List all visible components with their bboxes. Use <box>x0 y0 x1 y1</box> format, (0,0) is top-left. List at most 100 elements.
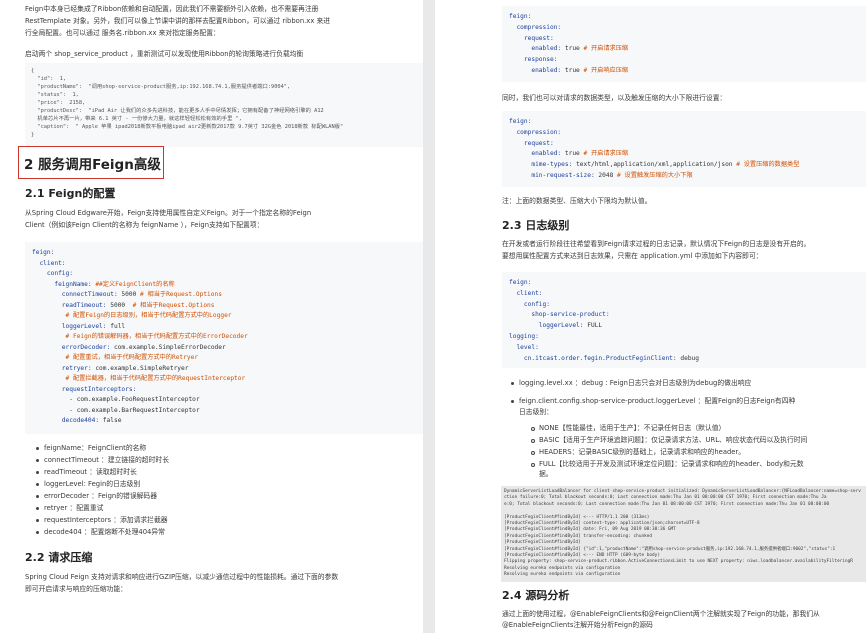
code-value: com.example.SimpleRetryer <box>91 364 189 372</box>
code-line: readTimeout: 5000 # 相当于Request.Options <box>32 301 215 311</box>
code-line: connectTimeout: 5000 # 相当于Request.Option… <box>32 290 222 300</box>
level-full: FULL【比较适用于开发及测试环境定位问题】：记录请求和响应的header、bo… <box>531 460 804 468</box>
code-key: compression: <box>509 23 562 31</box>
code-value: text/html,application/xml,application/js… <box>572 161 733 169</box>
heading-2-2: 2.2 请求压缩 <box>25 551 93 564</box>
json-line: "productDesc": "iPad Air 让我们的众多先进科技，能在更多… <box>31 108 324 114</box>
code-comment: # 开启响应压缩 <box>579 67 629 74</box>
intro-line-1: Feign中本身已经集成了Ribbon依赖和自动配置，因此我们不需要额外引入依赖… <box>25 5 319 13</box>
level-none: NONE【性能最佳，适用于生产】：不记录任何日志（默认值） <box>530 424 726 432</box>
config-bullet-item: decode404 ：配置熔断不处理404异常 <box>36 528 165 536</box>
code-comment: # 开启请求压缩 <box>579 150 629 158</box>
code-key: feign: <box>32 249 55 256</box>
compress-line-2: 即可开启请求与响应的压缩功能： <box>25 585 127 593</box>
code-line: enabled: true # 开启响应压缩 <box>509 66 628 76</box>
console-line: e:0; Total blackout seconds:0; Last conn… <box>504 501 830 507</box>
code-key: readTimeout: <box>32 301 107 309</box>
code-key: - <box>32 406 77 414</box>
code-line: compression: <box>509 128 561 138</box>
code-comment: # 配置拦截器，相当于代码配置方式中的RequestInterceptor <box>61 375 246 382</box>
code-key: retryer: <box>32 364 92 372</box>
code-value: false <box>99 417 122 424</box>
code-key: loggerLevel: <box>509 322 584 330</box>
code-key: decode404: <box>32 417 100 424</box>
code-key: logging: <box>509 333 539 340</box>
code-key: config: <box>32 270 73 277</box>
code-line: feign: <box>32 248 54 258</box>
json-line: { <box>31 68 35 74</box>
code-value: 5000 <box>117 291 137 298</box>
code-key: level: <box>509 343 539 351</box>
json-line: "productName": "调用shop-service-product服务… <box>31 84 291 90</box>
code-comment: # 相当于Request.Options <box>136 291 222 298</box>
compress-line-1: Spring Cloud Feign 支持对请求和响应进行GZIP压缩，以减少通… <box>25 573 339 581</box>
code-block-feign-config: feign: client: config: feignName: ##定义Fe… <box>25 242 423 434</box>
heading-2-1: 2.1 Feign的配置 <box>25 187 116 200</box>
code-key: loggerLevel: <box>32 322 107 330</box>
code-key: errorDecoder: <box>32 343 111 351</box>
code-key: requestInterceptors: <box>32 385 137 393</box>
code-line: decode404: false <box>32 416 122 426</box>
code-key <box>32 312 62 319</box>
code-line: compression: <box>509 23 561 33</box>
code-comment: # 相当于Request.Options <box>128 301 215 309</box>
code-comment: # 配置Feign的日志级别，相当于代码配置方式中的Logger <box>61 312 232 319</box>
code-value: true <box>561 67 580 74</box>
config-bullet-item: retryer ：配置重试 <box>35 504 104 512</box>
json-line: "status": 1, <box>31 92 79 98</box>
code-key <box>32 333 62 340</box>
logging-bullet-1: logging.level.xx ：debug : Feign日志只会对日志级别… <box>510 379 752 387</box>
code-key: feignName: <box>32 280 92 288</box>
log-line-1: 在开发或者运行阶段往往希望看到Feign请求过程的日志记录，默认情况下Feign… <box>502 240 811 248</box>
code-line: cn.itcast.order.fegin.ProductFeginClient… <box>509 354 699 364</box>
code-line: feignName: ##定义FeignClient的名称 <box>32 280 174 290</box>
json-line: "id": 1, <box>31 76 67 82</box>
level-basic: BASIC【适用于生产环境追踪问题】：仅记录请求方法、URL、响应状态代码以及执… <box>530 436 808 444</box>
code-line: enabled: true # 开启请求压缩 <box>509 149 628 159</box>
config-line-1: 从Spring Cloud Edgware开始，Feign支持使用属性自定义Fe… <box>25 209 312 217</box>
code-key: shop-service-product: <box>509 311 610 319</box>
code-block-compression-mime: feign: compression: request: enabled: tr… <box>502 111 866 187</box>
code-key: client: <box>509 289 543 297</box>
code-comment: # 开启请求压缩 <box>579 45 629 53</box>
code-line: feign: <box>509 278 531 288</box>
code-key: client: <box>32 259 66 267</box>
code-line: logging: <box>509 332 539 342</box>
level-headers: HEADERS：记录BASIC级别的基础上，记录请求和响应的header。 <box>530 448 746 456</box>
json-line: 机单芯片不再一片，带来 6.1 英寸 - 一份惨大力量，就这样轻轻松松有效的手里… <box>31 116 242 122</box>
code-line: errorDecoder: com.example.SimpleErrorDec… <box>32 343 226 353</box>
code-comment: # 设置压缩的数据类型 <box>732 161 800 169</box>
code-line: config: <box>509 300 550 310</box>
log-line-2: 要想用属性配置方式来达到日志效果，只需在 application.yml 中添加… <box>502 252 763 260</box>
code-comment: # 设置触发压缩的大小下限 <box>613 172 693 179</box>
right-page: feign: compression: request: enabled: tr… <box>435 0 866 633</box>
code-value: debug <box>676 354 699 362</box>
code-key: request: <box>509 34 554 42</box>
console-screenshot: DynamicServerListLoadBalancer for client… <box>501 486 866 582</box>
config-bullet-item: connectTimeout ：建立链接的超时时长 <box>36 456 169 464</box>
code-line: loggerLevel: FULL <box>509 321 602 331</box>
code-line: # 配置Feign的日志级别，相当于代码配置方式中的Logger <box>32 311 232 321</box>
code-value: full <box>106 322 126 330</box>
code-key: cn.itcast.order.fegin.ProductFeginClient… <box>509 354 677 362</box>
code-key: feign: <box>509 118 532 125</box>
config-bullet-item: errorDecoder ：Feign的错误解码器 <box>35 492 158 500</box>
code-key: enabled: <box>509 67 562 74</box>
intro-line-3: 行全局配置。也可以通过 服务名.ribbon.xx 来对指定服务配置： <box>25 29 220 37</box>
code-value: 2048 <box>594 172 614 179</box>
code-line: mime-types: text/html,application/xml,ap… <box>509 160 799 170</box>
code-line: - com.example.BarRequestInterceptor <box>32 406 199 416</box>
source-line-2: @EnableFeignClients注解开始分析Feign的源码 <box>502 621 653 629</box>
code-key <box>32 375 62 382</box>
code-key: request: <box>509 139 554 147</box>
code-line: # Feign的错误解码器，相当于代码配置方式中的ErrorDecoder <box>32 332 248 342</box>
level-full-cont: 据。 <box>539 470 553 478</box>
config-bullet-item: feignName：FeignClient的名称 <box>35 444 147 452</box>
code-line: requestInterceptors: <box>32 385 137 395</box>
code-key: compression: <box>509 128 562 136</box>
code-key: enabled: <box>509 45 562 53</box>
json-line: "caption": " Apple 苹果 ipad2018新款平板电脑ipad… <box>31 124 344 130</box>
code-line: config: <box>32 269 73 279</box>
intro-line-4: 启动两个 shop_service_product ，重新测试可以发现使用Rib… <box>25 50 304 58</box>
config-bullet-item: requestInterceptors ：添加请求拦截器 <box>36 516 168 524</box>
